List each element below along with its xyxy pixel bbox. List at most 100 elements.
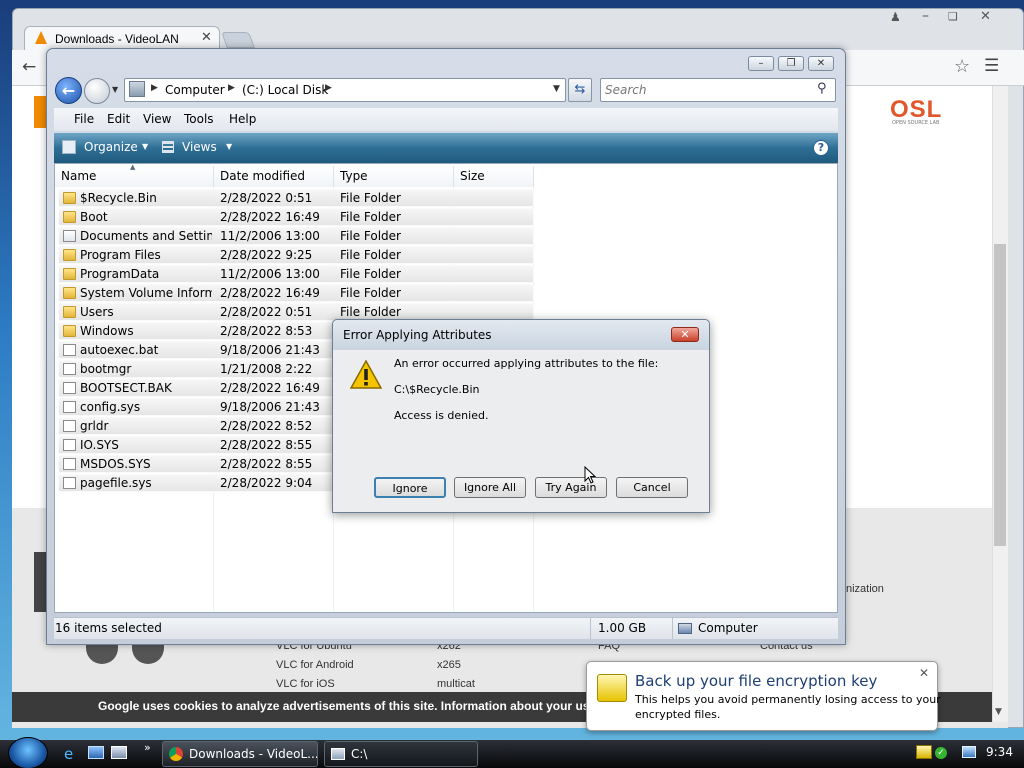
computer-icon	[129, 81, 145, 97]
try-again-button[interactable]: Try Again	[535, 477, 607, 498]
breadcrumb-local-disk[interactable]: (C:) Local Disk	[242, 83, 328, 97]
taskbar-item-browser[interactable]: Downloads - VideoL...	[162, 741, 318, 767]
column-header-type[interactable]: Type	[334, 166, 454, 187]
file-date: 2/28/2022 9:25	[220, 248, 313, 262]
explorer-minimize-button[interactable]: –	[748, 56, 774, 71]
file-date: 2/28/2022 16:49	[220, 381, 320, 395]
file-date: 9/18/2006 21:43	[220, 343, 320, 357]
views-button[interactable]: Views ▼	[160, 139, 236, 157]
cancel-button[interactable]: Cancel	[616, 477, 688, 498]
breadcrumb-separator-icon: ▶	[151, 83, 158, 93]
network-tray-icon[interactable]	[962, 746, 976, 758]
mouse-cursor-icon	[584, 465, 597, 484]
file-name: bootmgr	[80, 362, 132, 376]
browser-tab-downloads[interactable]: Downloads - VideoLAN ✕	[24, 26, 220, 50]
status-divider	[590, 618, 591, 639]
browser-menu-icon[interactable]: ☰	[984, 56, 999, 76]
address-dropdown-icon[interactable]: ▼	[553, 84, 560, 94]
dialog-detail: Access is denied.	[394, 409, 489, 422]
file-name: ProgramData	[80, 267, 160, 281]
file-date: 2/28/2022 8:55	[220, 457, 313, 471]
sort-ascending-icon: ▲	[130, 163, 136, 171]
column-header-size[interactable]: Size	[454, 166, 534, 187]
scroll-down-arrow-icon[interactable]: ▼	[995, 707, 1002, 717]
page-scrollbar-thumb[interactable]	[994, 244, 1006, 546]
refresh-button[interactable]: ⇆	[568, 78, 592, 102]
notification-close-icon[interactable]: ✕	[919, 666, 929, 680]
internet-explorer-icon[interactable]: e	[64, 745, 73, 763]
menu-edit[interactable]: Edit	[107, 112, 130, 126]
file-type: File Folder	[340, 267, 401, 281]
switch-windows-icon[interactable]	[111, 746, 127, 759]
browser-maximize-button[interactable]: ❏	[948, 10, 958, 23]
footer-link[interactable]: multicat	[437, 678, 475, 690]
file-type: File Folder	[340, 210, 401, 224]
taskbar	[0, 740, 1024, 768]
notification-body: This helps you avoid permanently losing …	[635, 693, 941, 706]
help-icon[interactable]: ?	[813, 140, 829, 156]
footer-link[interactable]: VLC for iOS	[276, 678, 335, 690]
ignore-button[interactable]: Ignore	[374, 477, 446, 498]
encryption-key-notification[interactable]: Back up your file encryption key This he…	[586, 661, 941, 731]
osl-logo[interactable]: OSL OPEN SOURCE LAB	[890, 96, 970, 128]
breadcrumb-separator-icon: ▶	[325, 83, 332, 93]
file-name: Program Files	[80, 248, 161, 262]
file-name: autoexec.bat	[80, 343, 159, 357]
back-arrow-icon[interactable]: ←	[22, 57, 36, 77]
file-icon	[63, 439, 76, 451]
search-box[interactable]: Search ⚲	[600, 78, 836, 102]
file-type: File Folder	[340, 286, 401, 300]
file-icon	[63, 458, 76, 470]
dialog-file-path: C:\$Recycle.Bin	[394, 383, 480, 396]
menu-view[interactable]: View	[143, 112, 171, 126]
dialog-titlebar: Error Applying Attributes ✕	[333, 320, 709, 350]
vlc-logo-footer-fragment	[34, 552, 46, 612]
folder-icon	[63, 268, 76, 280]
address-bar[interactable]: ▶ Computer ▶ (C:) Local Disk ▶ ▼	[124, 78, 566, 102]
browser-minimize-button[interactable]: –	[922, 8, 929, 24]
menu-help[interactable]: Help	[229, 112, 256, 126]
explorer-close-button[interactable]: ✕	[808, 56, 834, 71]
footer-text-partial: nization	[846, 583, 884, 595]
clock[interactable]: 9:34	[986, 745, 1013, 759]
footer-link[interactable]: x265	[437, 659, 461, 671]
ignore-all-button[interactable]: Ignore All	[454, 477, 526, 498]
back-button[interactable]: ←	[55, 77, 82, 104]
file-date: 2/28/2022 8:53	[220, 324, 313, 338]
dialog-close-button[interactable]: ✕	[671, 327, 699, 342]
file-name: Documents and Settings	[80, 229, 212, 243]
menu-tools[interactable]: Tools	[184, 112, 214, 126]
file-icon	[63, 420, 76, 432]
show-desktop-icon[interactable]	[88, 746, 104, 759]
start-button[interactable]	[8, 737, 48, 768]
new-tab-button[interactable]	[221, 32, 255, 48]
file-name: BOOTSECT.BAK	[80, 381, 172, 395]
tab-close-icon[interactable]: ✕	[201, 30, 212, 45]
encryption-tray-icon[interactable]	[916, 745, 932, 759]
browser-window-controls: ♟ – ❏ ✕	[882, 8, 1002, 28]
search-input[interactable]: Search	[605, 83, 647, 97]
file-icon	[63, 477, 76, 489]
taskbar-item-explorer[interactable]: C:\	[324, 741, 478, 767]
menu-file[interactable]: File	[74, 112, 94, 126]
browser-close-button[interactable]: ✕	[980, 9, 991, 24]
forward-button[interactable]	[84, 78, 110, 104]
folder-icon	[63, 325, 76, 337]
security-tray-icon[interactable]: ✓	[935, 747, 947, 759]
recent-pages-dropdown-icon[interactable]: ▼	[112, 85, 118, 94]
file-type: File Folder	[340, 248, 401, 262]
computer-icon	[678, 623, 692, 634]
file-name: Users	[80, 305, 114, 319]
explorer-maximize-button[interactable]: ❐	[778, 56, 804, 71]
profile-icon[interactable]: ♟	[890, 10, 901, 24]
footer-link[interactable]: VLC for Android	[276, 659, 354, 671]
quick-launch-expand-icon[interactable]: »	[144, 741, 151, 754]
breadcrumb-computer[interactable]: Computer	[165, 83, 225, 97]
file-icon	[63, 344, 76, 356]
search-icon[interactable]: ⚲	[817, 81, 827, 96]
file-name: Windows	[80, 324, 134, 338]
file-name: pagefile.sys	[80, 476, 152, 490]
bookmark-star-icon[interactable]: ☆	[954, 56, 970, 77]
column-header-date[interactable]: Date modified	[214, 166, 334, 187]
organize-button[interactable]: Organize ▼	[60, 139, 152, 157]
